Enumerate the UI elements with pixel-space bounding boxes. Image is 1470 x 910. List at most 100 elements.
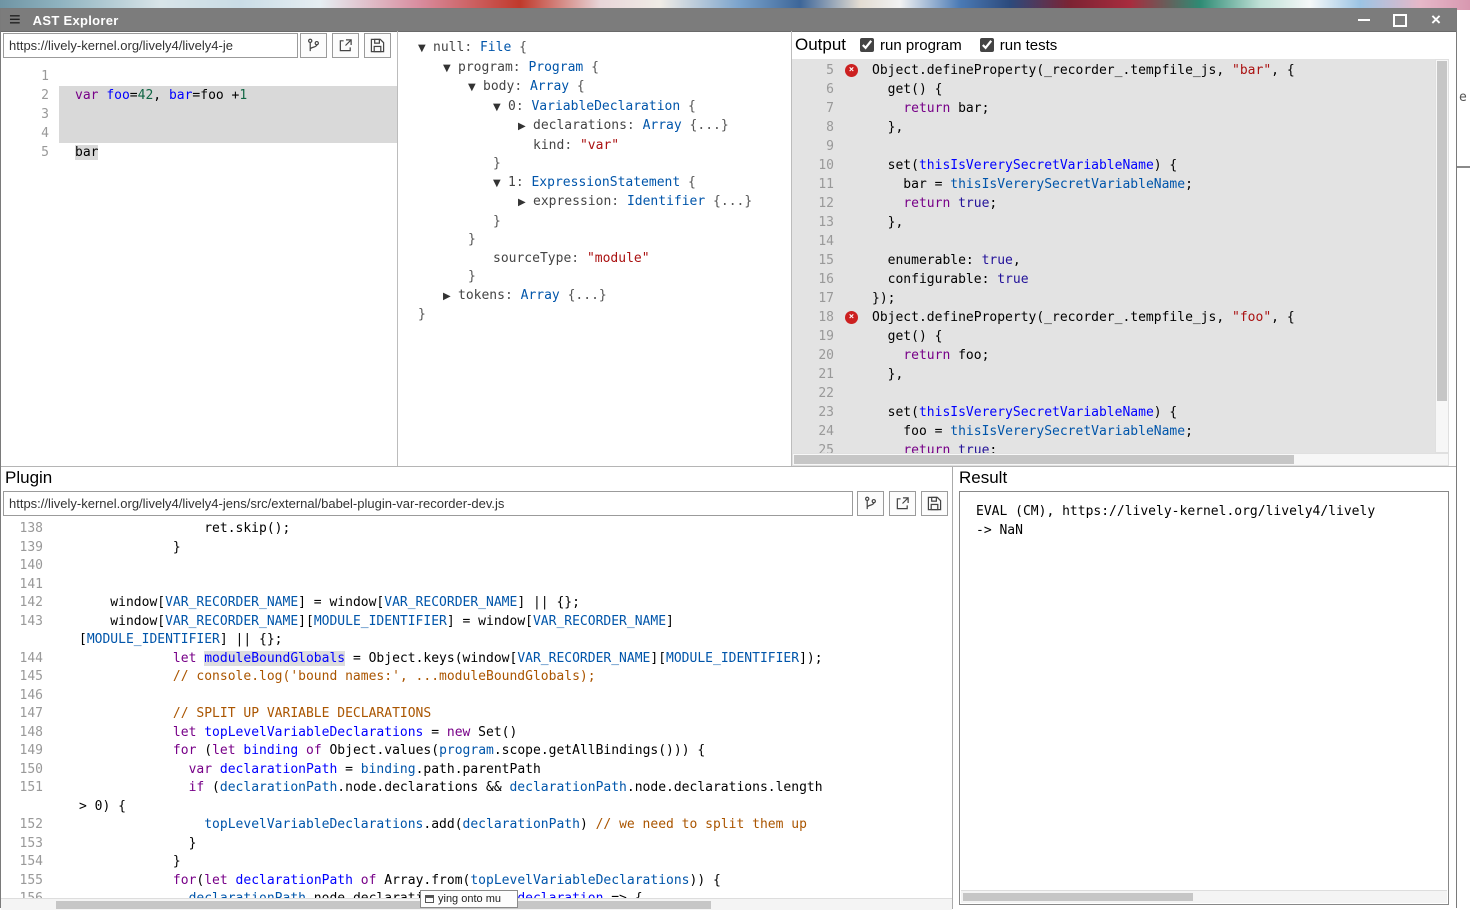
code-text[interactable]: } — [53, 853, 952, 872]
version-history-button[interactable] — [300, 33, 327, 58]
code-line[interactable]: 149 for (let binding of Object.values(pr… — [1, 742, 952, 761]
bottom-overlay[interactable]: ying onto mu — [420, 890, 518, 908]
code-text[interactable] — [59, 67, 397, 86]
code-line[interactable]: 150 var declarationPath = binding.path.p… — [1, 761, 952, 780]
code-line[interactable]: 22 — [792, 384, 1435, 403]
code-line[interactable]: 143 window[VAR_RECORDER_NAME][MODULE_IDE… — [1, 613, 952, 632]
code-text[interactable]: // console.log('bound names:', ...module… — [53, 668, 952, 687]
code-text[interactable]: }); — [862, 289, 1435, 308]
code-text[interactable]: var declarationPath = binding.path.paren… — [53, 761, 952, 780]
code-text[interactable]: for (let binding of Object.values(progra… — [53, 742, 952, 761]
source-editor[interactable]: 12var foo=42, bar=foo +1345bar — [1, 61, 397, 472]
result-horizontal-scrollbar[interactable] — [961, 890, 1447, 903]
tree-line[interactable]: } — [410, 268, 791, 287]
code-line[interactable]: 142 window[VAR_RECORDER_NAME] = window[V… — [1, 594, 952, 613]
code-line[interactable]: 139 } — [1, 539, 952, 558]
tree-line[interactable]: ▼body: Array { — [410, 78, 791, 98]
tree-line[interactable]: ▶tokens: Array {...} — [410, 287, 791, 307]
tree-line[interactable]: } — [410, 231, 791, 250]
code-line[interactable]: 15 enumerable: true, — [792, 251, 1435, 270]
code-text[interactable] — [53, 576, 952, 595]
tree-line[interactable]: ▼null: File { — [410, 39, 791, 59]
code-line[interactable]: 11 bar = thisIsVererySecretVariableName; — [792, 175, 1435, 194]
code-line[interactable]: 23 set(thisIsVererySecretVariableName) { — [792, 403, 1435, 422]
code-text[interactable]: bar = thisIsVererySecretVariableName; — [862, 175, 1435, 194]
code-line[interactable]: 148 let topLevelVariableDeclarations = n… — [1, 724, 952, 743]
plugin-open-external-button[interactable] — [889, 491, 916, 516]
code-line[interactable]: 8 }, — [792, 118, 1435, 137]
code-line[interactable]: 6 get() { — [792, 80, 1435, 99]
code-text[interactable]: [MODULE_IDENTIFIER] || {}; — [53, 631, 952, 650]
plugin-version-history-button[interactable] — [857, 491, 884, 516]
code-text[interactable]: get() { — [862, 327, 1435, 346]
expanded-arrow-icon[interactable]: ▼ — [443, 60, 458, 79]
code-text[interactable]: return bar; — [862, 99, 1435, 118]
code-text[interactable] — [862, 137, 1435, 156]
code-line[interactable]: 151 if (declarationPath.node.declaration… — [1, 779, 952, 798]
code-line[interactable]: 19 get() { — [792, 327, 1435, 346]
code-line[interactable]: 138 ret.skip(); — [1, 520, 952, 539]
code-line[interactable]: > 0) { — [1, 798, 952, 817]
code-line[interactable]: 2var foo=42, bar=foo +1 — [1, 86, 397, 105]
code-text[interactable]: }, — [862, 213, 1435, 232]
code-line[interactable]: 10 set(thisIsVererySecretVariableName) { — [792, 156, 1435, 175]
code-line[interactable]: 140 — [1, 557, 952, 576]
output-horizontal-scrollbar[interactable] — [792, 453, 1449, 466]
code-line[interactable]: 5×Object.defineProperty(_recorder_.tempf… — [792, 61, 1435, 80]
tree-line[interactable]: ▶expression: Identifier {...} — [410, 193, 791, 213]
source-url-input[interactable] — [3, 33, 298, 58]
plugin-editor[interactable]: 138 ret.skip();139 }140141142 window[VAR… — [1, 517, 952, 903]
code-line[interactable]: 153 } — [1, 835, 952, 854]
code-text[interactable]: set(thisIsVererySecretVariableName) { — [862, 156, 1435, 175]
tree-line[interactable]: sourceType: "module" — [410, 250, 791, 269]
code-text[interactable]: topLevelVariableDeclarations.add(declara… — [53, 816, 952, 835]
expanded-arrow-icon[interactable]: ▼ — [493, 99, 508, 118]
code-text[interactable]: window[VAR_RECORDER_NAME][MODULE_IDENTIF… — [53, 613, 952, 632]
code-text[interactable]: foo = thisIsVererySecretVariableName; — [862, 422, 1435, 441]
code-line[interactable]: 13 }, — [792, 213, 1435, 232]
code-text[interactable]: configurable: true — [862, 270, 1435, 289]
code-text[interactable]: let moduleBoundGlobals = Object.keys(win… — [53, 650, 952, 669]
code-text[interactable]: }, — [862, 365, 1435, 384]
collapsed-arrow-icon[interactable]: ▶ — [443, 288, 458, 307]
error-icon[interactable]: × — [845, 64, 858, 77]
tree-line[interactable]: ▼1: ExpressionStatement { — [410, 174, 791, 194]
code-text[interactable]: }, — [862, 118, 1435, 137]
expanded-arrow-icon[interactable]: ▼ — [468, 79, 483, 98]
code-text[interactable] — [59, 105, 397, 124]
code-line[interactable]: 12 return true; — [792, 194, 1435, 213]
code-line[interactable]: 17}); — [792, 289, 1435, 308]
code-text[interactable] — [59, 124, 397, 143]
expanded-arrow-icon[interactable]: ▼ — [493, 175, 508, 194]
code-line[interactable]: [MODULE_IDENTIFIER] || {}; — [1, 631, 952, 650]
run-program-checkbox[interactable] — [860, 38, 874, 52]
save-button[interactable] — [364, 33, 391, 58]
code-text[interactable]: // SPLIT UP VARIABLE DECLARATIONS — [53, 705, 952, 724]
code-text[interactable]: } — [53, 835, 952, 854]
code-line[interactable]: 16 configurable: true — [792, 270, 1435, 289]
code-line[interactable]: 146 — [1, 687, 952, 706]
code-line[interactable]: 24 foo = thisIsVererySecretVariableName; — [792, 422, 1435, 441]
plugin-url-input[interactable] — [3, 491, 853, 516]
minimize-button[interactable] — [1356, 12, 1372, 28]
code-text[interactable]: set(thisIsVererySecretVariableName) { — [862, 403, 1435, 422]
tree-line[interactable]: } — [410, 213, 791, 232]
error-icon[interactable]: × — [845, 311, 858, 324]
code-line[interactable]: 145 // console.log('bound names:', ...mo… — [1, 668, 952, 687]
code-text[interactable]: return foo; — [862, 346, 1435, 365]
scrollbar-thumb[interactable] — [1437, 61, 1447, 401]
output-vertical-scrollbar[interactable] — [1435, 59, 1449, 453]
close-button[interactable]: × — [1428, 12, 1444, 28]
code-line[interactable]: 21 }, — [792, 365, 1435, 384]
code-text[interactable]: Object.defineProperty(_recorder_.tempfil… — [862, 308, 1435, 327]
code-text[interactable]: > 0) { — [53, 798, 952, 817]
maximize-button[interactable] — [1392, 12, 1408, 28]
tree-line[interactable]: } — [410, 155, 791, 174]
hamburger-menu-icon[interactable]: ≡ — [9, 10, 21, 30]
code-text[interactable]: let topLevelVariableDeclarations = new S… — [53, 724, 952, 743]
code-line[interactable]: 18×Object.defineProperty(_recorder_.temp… — [792, 308, 1435, 327]
code-line[interactable]: 1 — [1, 67, 397, 86]
scrollbar-thumb[interactable] — [963, 893, 1193, 901]
code-text[interactable] — [53, 557, 952, 576]
tree-line[interactable]: ▼0: VariableDeclaration { — [410, 98, 791, 118]
